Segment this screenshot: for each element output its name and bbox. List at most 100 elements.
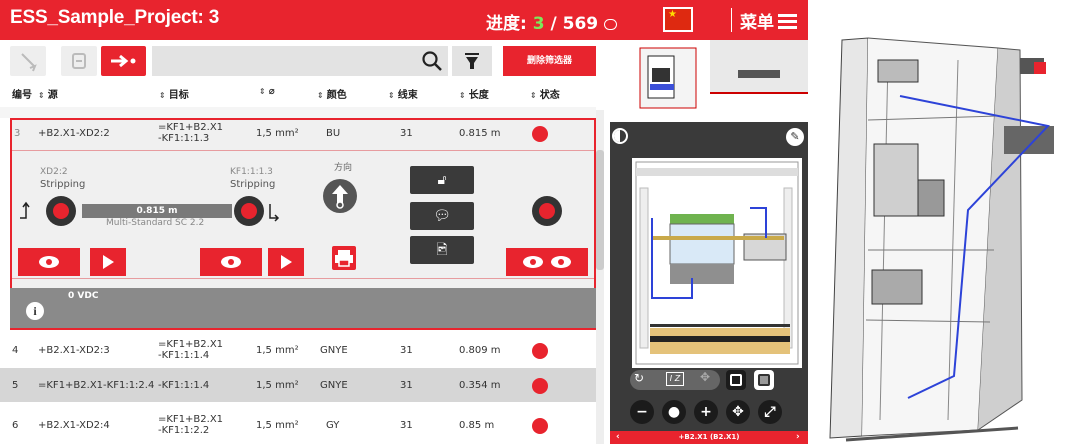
- zoom-in-icon[interactable]: +: [694, 400, 718, 424]
- col-header-target[interactable]: ⇕ 目标: [159, 86, 189, 101]
- status-dot[interactable]: [532, 418, 548, 434]
- col-header-diameter[interactable]: ⇕ ⌀: [259, 86, 275, 97]
- table-row[interactable]: 3 +B2.X1-XD2:2 =KF1+B2.X1 -KF1:1:1.3 1,5…: [0, 118, 596, 148]
- contrast-icon[interactable]: [612, 128, 628, 144]
- clear-filter-button[interactable]: 删除筛选器: [503, 46, 596, 76]
- play-source-button[interactable]: [90, 248, 126, 276]
- cell-length: 0.354 m: [459, 380, 501, 391]
- col-header-source[interactable]: ⇕ 源: [38, 86, 58, 101]
- next-page-icon[interactable]: ›: [796, 431, 800, 444]
- reset-zoom-icon[interactable]: ●: [662, 400, 686, 424]
- thumbnail-strip[interactable]: [610, 40, 808, 122]
- cell-source: +B2.X1-XD2:4: [38, 420, 110, 431]
- source-status-dot[interactable]: [46, 196, 76, 226]
- filter-button[interactable]: [452, 46, 492, 76]
- voltage-label: 0 VDC: [68, 291, 99, 301]
- cell-target-line2: -KF1:1:1.3: [158, 133, 210, 144]
- eye-icon: [523, 256, 543, 268]
- source-terminal: XD2:2: [40, 167, 68, 177]
- move-icon[interactable]: ✥: [700, 370, 710, 384]
- cabinet-3d-render: [829, 37, 1054, 442]
- cell-no: 3: [14, 128, 21, 139]
- progress-sep: /: [550, 14, 557, 34]
- target-terminal: KF1:1:1.3: [230, 167, 273, 177]
- col-status-label: 状态: [539, 90, 560, 101]
- zoom-out-icon[interactable]: −: [630, 400, 654, 424]
- menu-button[interactable]: 菜单: [740, 8, 797, 33]
- eye-icon: [551, 256, 571, 268]
- schematic-canvas[interactable]: [632, 158, 802, 368]
- fullscreen-icon[interactable]: ⤢: [758, 400, 782, 424]
- menu-divider: [731, 8, 732, 32]
- target-status-dot[interactable]: [234, 196, 264, 226]
- play-icon: [102, 255, 114, 269]
- cell-target-line1: =KF1+B2.X1: [158, 414, 224, 425]
- show-source-button[interactable]: [18, 248, 80, 276]
- cabinet-3d-view[interactable]: [808, 0, 1080, 444]
- row-status-dot[interactable]: [532, 196, 562, 226]
- cell-no: 4: [12, 345, 19, 356]
- table-row[interactable]: 6 +B2.X1-XD2:4 =KF1+B2.X1 -KF1:1:2.2 1,5…: [0, 404, 596, 444]
- image-button[interactable]: 🖻: [410, 236, 474, 264]
- wire-end-right-icon: [269, 204, 280, 222]
- status-dot[interactable]: [532, 378, 548, 394]
- row-divider: [12, 278, 594, 279]
- expanded-row[interactable]: i 0 VDC XD2:2 Stripping KF1:1:1.3 Stripp…: [10, 118, 596, 330]
- cell-no: 5: [12, 380, 19, 391]
- direction-button[interactable]: [323, 179, 357, 213]
- progress-current: 3: [532, 14, 545, 34]
- target-process: Stripping: [230, 179, 276, 190]
- sort-icon: ⇕: [388, 91, 395, 100]
- schematic-drawing: [635, 161, 799, 365]
- comment-button[interactable]: 💬︎: [410, 202, 474, 230]
- direction-arrow-icon: [332, 185, 348, 209]
- print-button[interactable]: [332, 246, 356, 270]
- play-target-button[interactable]: [268, 248, 304, 276]
- comment-icon[interactable]: [604, 19, 618, 30]
- show-target-button[interactable]: [200, 248, 262, 276]
- frame-view-button[interactable]: [726, 370, 746, 390]
- table-row[interactable]: 4 +B2.X1-XD2:3 =KF1+B2.X1 -KF1:1:1.4 1,5…: [0, 334, 596, 366]
- tool-route-button[interactable]: [101, 46, 146, 76]
- show-both-button[interactable]: [506, 248, 588, 276]
- cell-color: BU: [326, 128, 341, 139]
- status-dot[interactable]: [532, 343, 548, 359]
- rotate-icon[interactable]: ↻: [634, 371, 644, 385]
- cell-diameter: 1,5 mm²: [256, 420, 299, 431]
- table-scrollbar[interactable]: [596, 110, 604, 444]
- fill-view-button[interactable]: [754, 370, 774, 390]
- status-dot[interactable]: [532, 126, 548, 142]
- cell-bundle: 31: [400, 420, 413, 431]
- col-header-no[interactable]: 编号: [12, 86, 32, 101]
- language-flag-button[interactable]: ★: [663, 7, 693, 32]
- pan-icon[interactable]: ✥: [726, 400, 750, 424]
- col-bundle-label: 线束: [397, 90, 418, 101]
- table-row[interactable]: 5 =KF1+B2.X1-KF1:1:2.4 -KF1:1:1.4 1,5 mm…: [0, 368, 596, 402]
- cell-length: 0.815 m: [459, 128, 501, 139]
- pin-icon[interactable]: ✎: [786, 128, 804, 146]
- cell-color: GY: [326, 420, 340, 431]
- text-mode-icon[interactable]: I Z: [666, 372, 684, 386]
- search-icon[interactable]: [420, 48, 444, 74]
- tool-component-button[interactable]: [61, 46, 97, 76]
- tool-wire-button[interactable]: [10, 46, 46, 76]
- col-header-bundle[interactable]: ⇕ 线束: [388, 86, 418, 101]
- cell-bundle: 31: [400, 128, 413, 139]
- cell-target-line2: -KF1:1:2.2: [158, 425, 210, 436]
- view-mode-toggle[interactable]: ↻ I Z ✥: [630, 370, 720, 390]
- cell-no: 6: [12, 420, 19, 431]
- col-header-color[interactable]: ⇕ 颜色: [317, 86, 347, 101]
- cell-target-line1: =KF1+B2.X1: [158, 339, 224, 350]
- scroll-thumb[interactable]: [596, 150, 604, 270]
- search-input[interactable]: [156, 49, 416, 73]
- flag-star-icon: ★: [668, 9, 677, 20]
- sort-icon: ⇕: [459, 91, 466, 100]
- thumbnail-images: [639, 40, 808, 109]
- col-header-status[interactable]: ⇕ 状态: [530, 86, 560, 101]
- info-icon[interactable]: i: [26, 302, 44, 320]
- unlock-button[interactable]: 🔓︎: [410, 166, 474, 194]
- col-header-length[interactable]: ⇕ 长度: [459, 86, 489, 101]
- sort-icon: ⇕: [259, 87, 266, 96]
- cell-diameter: 1,5 mm²: [256, 345, 299, 356]
- cell-length: 0.85 m: [459, 420, 495, 431]
